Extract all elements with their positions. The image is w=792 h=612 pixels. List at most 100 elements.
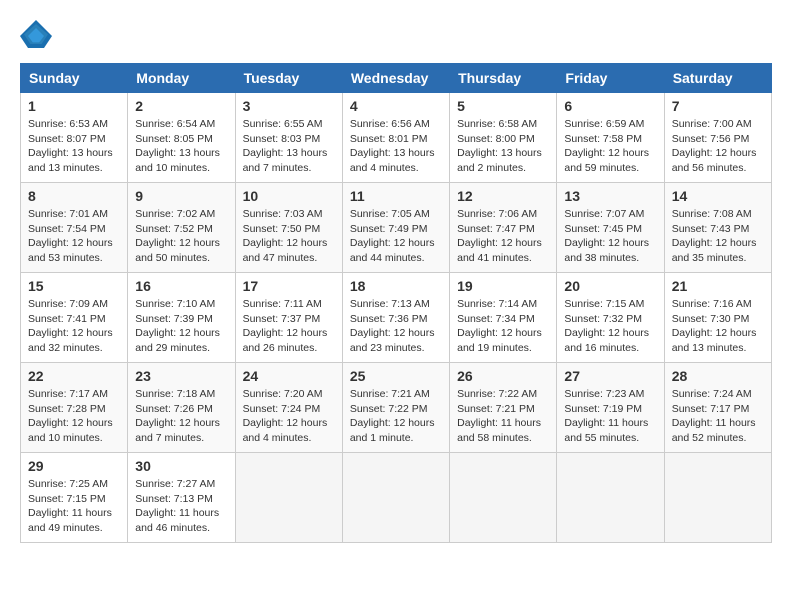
day-number: 13: [564, 188, 656, 204]
calendar-cell: 12 Sunrise: 7:06 AMSunset: 7:47 PMDaylig…: [450, 183, 557, 273]
calendar-cell: 11 Sunrise: 7:05 AMSunset: 7:49 PMDaylig…: [342, 183, 449, 273]
calendar-cell: 5 Sunrise: 6:58 AMSunset: 8:00 PMDayligh…: [450, 93, 557, 183]
day-number: 17: [243, 278, 335, 294]
day-info: Sunrise: 6:58 AMSunset: 8:00 PMDaylight:…: [457, 117, 549, 176]
calendar-cell: 29 Sunrise: 7:25 AMSunset: 7:15 PMDaylig…: [21, 453, 128, 543]
day-number: 15: [28, 278, 120, 294]
weekday-header-tuesday: Tuesday: [235, 64, 342, 93]
weekday-header-thursday: Thursday: [450, 64, 557, 93]
calendar-cell: 30 Sunrise: 7:27 AMSunset: 7:13 PMDaylig…: [128, 453, 235, 543]
calendar-cell: 17 Sunrise: 7:11 AMSunset: 7:37 PMDaylig…: [235, 273, 342, 363]
day-info: Sunrise: 7:25 AMSunset: 7:15 PMDaylight:…: [28, 477, 120, 536]
calendar-cell: 26 Sunrise: 7:22 AMSunset: 7:21 PMDaylig…: [450, 363, 557, 453]
day-info: Sunrise: 7:11 AMSunset: 7:37 PMDaylight:…: [243, 297, 335, 356]
day-info: Sunrise: 7:18 AMSunset: 7:26 PMDaylight:…: [135, 387, 227, 446]
calendar-cell: 4 Sunrise: 6:56 AMSunset: 8:01 PMDayligh…: [342, 93, 449, 183]
day-info: Sunrise: 7:15 AMSunset: 7:32 PMDaylight:…: [564, 297, 656, 356]
day-number: 18: [350, 278, 442, 294]
day-info: Sunrise: 7:24 AMSunset: 7:17 PMDaylight:…: [672, 387, 764, 446]
day-info: Sunrise: 6:56 AMSunset: 8:01 PMDaylight:…: [350, 117, 442, 176]
calendar-cell: 24 Sunrise: 7:20 AMSunset: 7:24 PMDaylig…: [235, 363, 342, 453]
calendar-cell: [342, 453, 449, 543]
day-info: Sunrise: 7:17 AMSunset: 7:28 PMDaylight:…: [28, 387, 120, 446]
day-info: Sunrise: 7:01 AMSunset: 7:54 PMDaylight:…: [28, 207, 120, 266]
calendar-cell: 16 Sunrise: 7:10 AMSunset: 7:39 PMDaylig…: [128, 273, 235, 363]
day-number: 28: [672, 368, 764, 384]
day-number: 20: [564, 278, 656, 294]
calendar-cell: 3 Sunrise: 6:55 AMSunset: 8:03 PMDayligh…: [235, 93, 342, 183]
day-info: Sunrise: 7:13 AMSunset: 7:36 PMDaylight:…: [350, 297, 442, 356]
day-info: Sunrise: 7:00 AMSunset: 7:56 PMDaylight:…: [672, 117, 764, 176]
day-info: Sunrise: 7:27 AMSunset: 7:13 PMDaylight:…: [135, 477, 227, 536]
calendar-cell: 7 Sunrise: 7:00 AMSunset: 7:56 PMDayligh…: [664, 93, 771, 183]
day-info: Sunrise: 7:16 AMSunset: 7:30 PMDaylight:…: [672, 297, 764, 356]
day-number: 16: [135, 278, 227, 294]
weekday-header-monday: Monday: [128, 64, 235, 93]
day-info: Sunrise: 7:21 AMSunset: 7:22 PMDaylight:…: [350, 387, 442, 446]
day-info: Sunrise: 7:08 AMSunset: 7:43 PMDaylight:…: [672, 207, 764, 266]
calendar-cell: 28 Sunrise: 7:24 AMSunset: 7:17 PMDaylig…: [664, 363, 771, 453]
day-info: Sunrise: 7:06 AMSunset: 7:47 PMDaylight:…: [457, 207, 549, 266]
day-info: Sunrise: 6:55 AMSunset: 8:03 PMDaylight:…: [243, 117, 335, 176]
day-info: Sunrise: 6:53 AMSunset: 8:07 PMDaylight:…: [28, 117, 120, 176]
day-info: Sunrise: 7:02 AMSunset: 7:52 PMDaylight:…: [135, 207, 227, 266]
day-number: 3: [243, 98, 335, 114]
day-number: 8: [28, 188, 120, 204]
calendar-cell: 2 Sunrise: 6:54 AMSunset: 8:05 PMDayligh…: [128, 93, 235, 183]
calendar-cell: 27 Sunrise: 7:23 AMSunset: 7:19 PMDaylig…: [557, 363, 664, 453]
day-info: Sunrise: 7:14 AMSunset: 7:34 PMDaylight:…: [457, 297, 549, 356]
day-info: Sunrise: 7:23 AMSunset: 7:19 PMDaylight:…: [564, 387, 656, 446]
calendar-cell: 25 Sunrise: 7:21 AMSunset: 7:22 PMDaylig…: [342, 363, 449, 453]
day-number: 6: [564, 98, 656, 114]
calendar-cell: [664, 453, 771, 543]
day-number: 26: [457, 368, 549, 384]
calendar-table: SundayMondayTuesdayWednesdayThursdayFrid…: [20, 63, 772, 543]
calendar-cell: 21 Sunrise: 7:16 AMSunset: 7:30 PMDaylig…: [664, 273, 771, 363]
day-info: Sunrise: 7:22 AMSunset: 7:21 PMDaylight:…: [457, 387, 549, 446]
day-number: 9: [135, 188, 227, 204]
calendar-cell: 19 Sunrise: 7:14 AMSunset: 7:34 PMDaylig…: [450, 273, 557, 363]
day-number: 29: [28, 458, 120, 474]
calendar-cell: 23 Sunrise: 7:18 AMSunset: 7:26 PMDaylig…: [128, 363, 235, 453]
day-number: 12: [457, 188, 549, 204]
day-info: Sunrise: 7:09 AMSunset: 7:41 PMDaylight:…: [28, 297, 120, 356]
page-header: [20, 20, 772, 48]
calendar-cell: 6 Sunrise: 6:59 AMSunset: 7:58 PMDayligh…: [557, 93, 664, 183]
weekday-header-saturday: Saturday: [664, 64, 771, 93]
day-info: Sunrise: 6:59 AMSunset: 7:58 PMDaylight:…: [564, 117, 656, 176]
day-number: 19: [457, 278, 549, 294]
calendar-cell: [557, 453, 664, 543]
calendar-cell: 13 Sunrise: 7:07 AMSunset: 7:45 PMDaylig…: [557, 183, 664, 273]
logo-icon: [20, 20, 52, 48]
day-number: 22: [28, 368, 120, 384]
calendar-cell: 20 Sunrise: 7:15 AMSunset: 7:32 PMDaylig…: [557, 273, 664, 363]
day-number: 7: [672, 98, 764, 114]
calendar-cell: [450, 453, 557, 543]
calendar-cell: 8 Sunrise: 7:01 AMSunset: 7:54 PMDayligh…: [21, 183, 128, 273]
calendar-cell: 1 Sunrise: 6:53 AMSunset: 8:07 PMDayligh…: [21, 93, 128, 183]
calendar-cell: 18 Sunrise: 7:13 AMSunset: 7:36 PMDaylig…: [342, 273, 449, 363]
day-number: 21: [672, 278, 764, 294]
day-info: Sunrise: 7:07 AMSunset: 7:45 PMDaylight:…: [564, 207, 656, 266]
day-number: 24: [243, 368, 335, 384]
day-info: Sunrise: 6:54 AMSunset: 8:05 PMDaylight:…: [135, 117, 227, 176]
day-info: Sunrise: 7:05 AMSunset: 7:49 PMDaylight:…: [350, 207, 442, 266]
logo: [20, 20, 54, 48]
day-number: 2: [135, 98, 227, 114]
weekday-header-wednesday: Wednesday: [342, 64, 449, 93]
calendar-cell: 15 Sunrise: 7:09 AMSunset: 7:41 PMDaylig…: [21, 273, 128, 363]
calendar-cell: 9 Sunrise: 7:02 AMSunset: 7:52 PMDayligh…: [128, 183, 235, 273]
day-number: 10: [243, 188, 335, 204]
calendar-cell: 10 Sunrise: 7:03 AMSunset: 7:50 PMDaylig…: [235, 183, 342, 273]
day-number: 4: [350, 98, 442, 114]
day-info: Sunrise: 7:10 AMSunset: 7:39 PMDaylight:…: [135, 297, 227, 356]
calendar-cell: 14 Sunrise: 7:08 AMSunset: 7:43 PMDaylig…: [664, 183, 771, 273]
day-number: 1: [28, 98, 120, 114]
day-number: 30: [135, 458, 227, 474]
calendar-cell: 22 Sunrise: 7:17 AMSunset: 7:28 PMDaylig…: [21, 363, 128, 453]
weekday-header-sunday: Sunday: [21, 64, 128, 93]
day-number: 5: [457, 98, 549, 114]
day-info: Sunrise: 7:03 AMSunset: 7:50 PMDaylight:…: [243, 207, 335, 266]
day-number: 14: [672, 188, 764, 204]
day-number: 23: [135, 368, 227, 384]
